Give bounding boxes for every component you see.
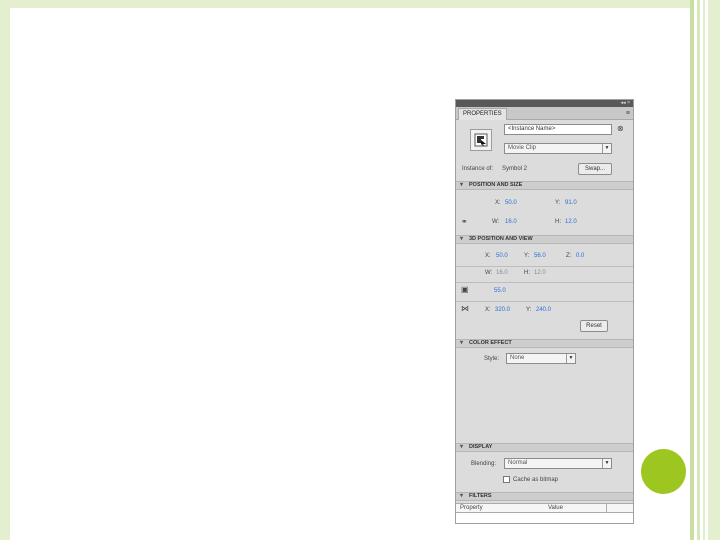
symbol-type-select[interactable]: Movie Clip ▼	[504, 143, 612, 154]
cache-as-bitmap-label: Cache as bitmap	[513, 477, 559, 483]
vanishing-y-label: Y:	[526, 307, 532, 313]
x-value[interactable]: 50.0	[505, 200, 517, 207]
section-filters[interactable]: ▾ FILTERS	[456, 492, 633, 501]
style-value: None	[510, 355, 525, 361]
collapse-icon: ▾	[460, 340, 464, 346]
panel-menu-icon[interactable]: ≡	[626, 110, 630, 117]
close-icon[interactable]: ⊗	[617, 125, 624, 133]
3d-z-label: Z:	[566, 253, 572, 259]
symbol-icon	[470, 129, 492, 151]
symbol-type-value: Movie Clip	[508, 145, 537, 151]
blending-label: Blending:	[471, 461, 497, 467]
vanishing-x-value[interactable]: 320.0	[495, 307, 510, 314]
collapse-icon: ▾	[460, 182, 464, 188]
style-label: Style:	[484, 356, 500, 362]
column-header-value[interactable]: Value	[548, 505, 563, 512]
slide-stripe	[690, 0, 694, 540]
x-label: X:	[495, 200, 501, 206]
panel-controls[interactable]: ◂◂ ×	[621, 101, 630, 106]
section-color-effect[interactable]: ▾ COLOR EFFECT	[456, 339, 633, 348]
panel-titlebar[interactable]: ◂◂ ×	[456, 100, 633, 107]
3d-x-label: X:	[485, 253, 491, 259]
chevron-down-icon: ▼	[602, 144, 611, 153]
camera-icon: ▣	[461, 285, 469, 294]
reset-button[interactable]: Reset	[580, 320, 608, 332]
panel-tab-row: PROPERTIES ≡	[456, 107, 633, 120]
perspective-angle-value[interactable]: 55.0	[494, 288, 506, 295]
slide-stripe	[697, 0, 700, 540]
vanishing-point-icon: ⋈	[461, 304, 469, 313]
swap-button[interactable]: Swap...	[578, 163, 612, 175]
instance-of-value: Symbol 2	[502, 166, 528, 172]
slide-frame-left	[0, 0, 10, 540]
collapse-icon: ▾	[460, 236, 464, 242]
instance-of-label: Instance of:	[462, 166, 494, 172]
w-value[interactable]: 16.0	[505, 219, 517, 226]
filters-table-header: Property Value	[456, 503, 633, 514]
y-label: Y:	[555, 200, 561, 206]
section-position-size[interactable]: ▾ POSITION AND SIZE	[456, 181, 633, 190]
blending-select[interactable]: Normal ▼	[504, 458, 612, 469]
instance-name-input[interactable]: <Instance Name>	[504, 124, 612, 135]
collapse-icon: ▾	[460, 444, 464, 450]
column-header-property[interactable]: Property	[460, 505, 483, 512]
3d-z-value[interactable]: 0.0	[576, 253, 584, 260]
3d-w-label: W:	[485, 270, 493, 276]
lock-icon[interactable]: ⚭	[461, 218, 468, 226]
decorative-circle	[641, 449, 686, 494]
3d-h-value: 12.0	[534, 270, 546, 276]
3d-h-label: H:	[524, 270, 530, 276]
chevron-down-icon: ▼	[566, 354, 575, 363]
3d-y-label: Y:	[524, 253, 530, 259]
3d-y-value[interactable]: 56.0	[534, 253, 546, 260]
h-value[interactable]: 12.0	[565, 219, 577, 226]
divider	[456, 301, 633, 302]
section-display[interactable]: ▾ DISPLAY	[456, 443, 633, 452]
collapse-icon: ▾	[460, 493, 464, 499]
style-select[interactable]: None ▼	[506, 353, 576, 364]
divider	[456, 282, 633, 283]
blending-value: Normal	[508, 460, 528, 466]
properties-panel: ◂◂ × PROPERTIES ≡ <Instance Name> ⊗ Movi…	[455, 99, 634, 524]
3d-x-value[interactable]: 50.0	[496, 253, 508, 260]
filters-table-body[interactable]	[456, 513, 633, 523]
tab-properties[interactable]: PROPERTIES	[458, 108, 507, 120]
3d-w-value: 16.0	[496, 270, 508, 276]
divider	[456, 266, 633, 267]
vanishing-x-label: X:	[485, 307, 491, 313]
h-label: H:	[555, 219, 561, 225]
slide-stripe	[703, 0, 705, 540]
slide-frame-top	[0, 0, 690, 8]
vanishing-y-value[interactable]: 240.0	[536, 307, 551, 314]
w-label: W:	[492, 219, 500, 225]
cache-as-bitmap-checkbox[interactable]	[503, 476, 510, 483]
slide-stripe	[708, 0, 720, 540]
chevron-down-icon: ▼	[602, 459, 611, 468]
section-3d-position-view[interactable]: ▾ 3D POSITION AND VIEW	[456, 235, 633, 244]
y-value[interactable]: 91.0	[565, 200, 577, 207]
